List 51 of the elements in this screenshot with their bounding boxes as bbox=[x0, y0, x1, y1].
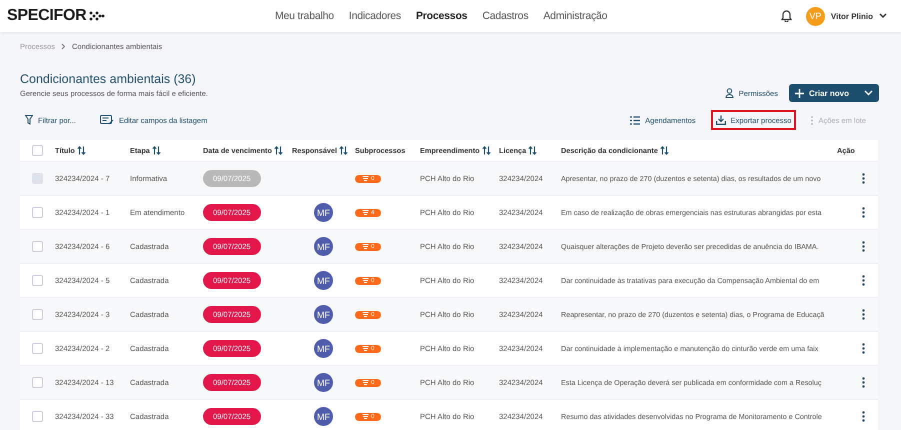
user-name[interactable]: Vitor Plinio bbox=[830, 12, 873, 20]
responsible-avatar: MF bbox=[314, 271, 333, 290]
kebab-icon bbox=[811, 116, 814, 124]
select-all-checkbox[interactable] bbox=[32, 145, 43, 156]
sort-icon[interactable] bbox=[528, 146, 538, 155]
brand-logo: SPECIFOR bbox=[7, 7, 86, 25]
kebab-menu-icon[interactable] bbox=[862, 377, 864, 388]
kebab-menu-icon[interactable] bbox=[862, 241, 864, 252]
chevron-right-icon bbox=[61, 42, 66, 50]
sort-icon[interactable] bbox=[76, 146, 86, 155]
responsible-avatar: MF bbox=[314, 305, 333, 324]
row-checkbox[interactable] bbox=[32, 275, 43, 286]
page-title: Condicionantes ambientais (36) bbox=[20, 72, 197, 86]
edit-list-icon bbox=[100, 115, 114, 125]
kebab-menu-icon[interactable] bbox=[862, 173, 864, 184]
filter-icon bbox=[25, 115, 33, 125]
responsible-avatar: MF bbox=[314, 203, 333, 222]
kebab-menu-icon[interactable] bbox=[862, 207, 864, 218]
nav-tab[interactable]: Administração bbox=[543, 10, 608, 22]
kebab-menu-icon[interactable] bbox=[862, 343, 864, 354]
bell-icon[interactable] bbox=[780, 10, 792, 22]
sort-icon[interactable] bbox=[482, 146, 491, 155]
sort-icon[interactable] bbox=[152, 146, 161, 155]
user-icon bbox=[724, 88, 734, 98]
download-icon bbox=[716, 115, 726, 125]
responsible-avatar: MF bbox=[314, 339, 333, 358]
nav-tab[interactable]: Processos bbox=[416, 10, 468, 22]
logo-dots-icon bbox=[89, 11, 106, 21]
list-icon bbox=[630, 116, 640, 124]
responsible-avatar: MF bbox=[314, 373, 333, 392]
row-checkbox[interactable] bbox=[32, 377, 43, 388]
kebab-menu-icon[interactable] bbox=[862, 309, 864, 320]
plus-icon bbox=[794, 88, 804, 98]
sort-icon[interactable] bbox=[660, 146, 669, 155]
nav-tab[interactable]: Meu trabalho bbox=[275, 10, 334, 22]
create-new-button[interactable]: Criar novo bbox=[788, 84, 879, 102]
row-checkbox[interactable] bbox=[32, 207, 43, 218]
row-checkbox[interactable] bbox=[32, 309, 43, 320]
nav-tab[interactable]: Indicadores bbox=[348, 10, 401, 22]
kebab-menu-icon[interactable] bbox=[862, 275, 864, 286]
row-checkbox[interactable] bbox=[32, 343, 43, 354]
sort-icon[interactable] bbox=[339, 146, 348, 155]
responsible-avatar: MF bbox=[314, 237, 333, 256]
kebab-menu-icon[interactable] bbox=[862, 411, 864, 422]
sort-icon[interactable] bbox=[274, 146, 283, 155]
row-checkbox[interactable] bbox=[32, 411, 43, 422]
chevron-down-icon[interactable] bbox=[879, 13, 887, 19]
row-checkbox[interactable] bbox=[32, 241, 43, 252]
responsible-avatar: MF bbox=[314, 407, 333, 426]
nav-tab[interactable]: Cadastros bbox=[482, 10, 528, 22]
chevron-down-icon bbox=[864, 90, 873, 96]
